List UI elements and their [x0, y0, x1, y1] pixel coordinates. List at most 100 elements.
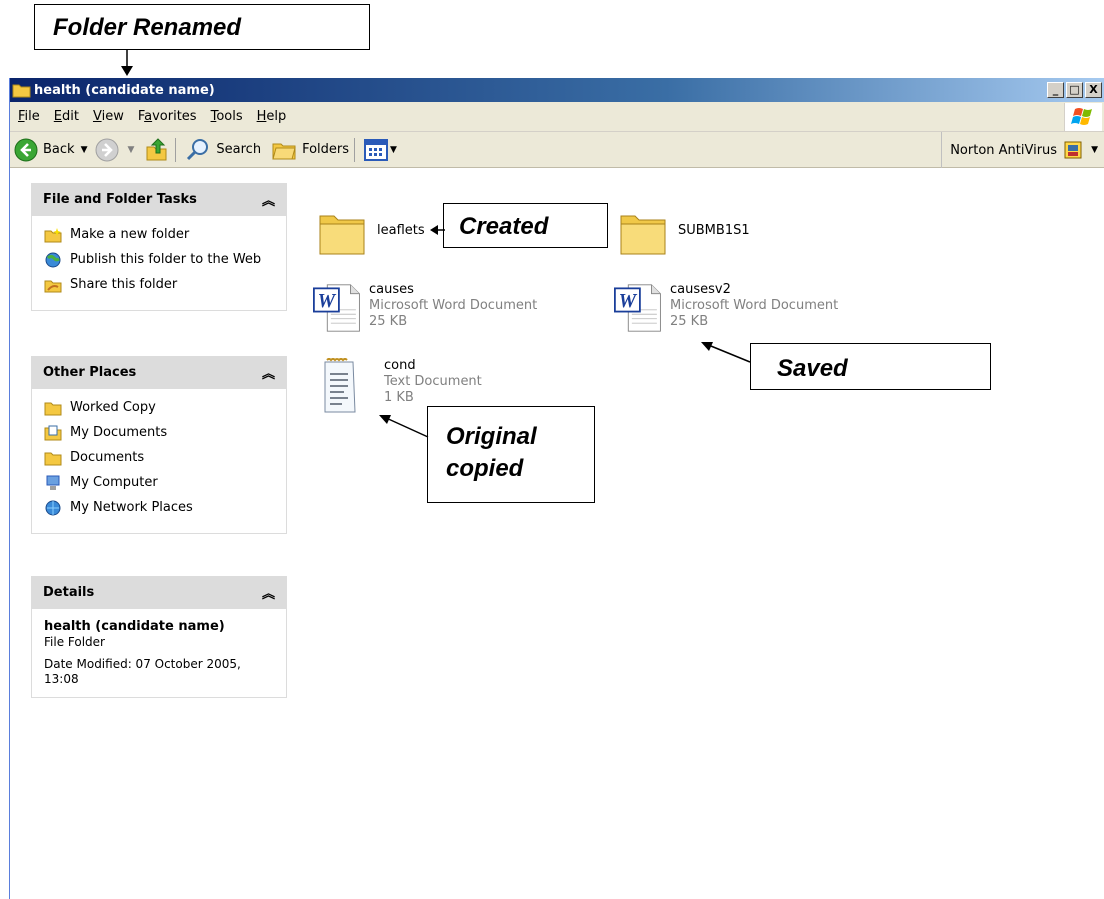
file-size: 1 KB — [384, 390, 414, 405]
menu-edit[interactable]: Edit — [54, 109, 79, 124]
file-item-submb1s1[interactable]: SUBMB1S1 — [618, 206, 750, 258]
file-folder-tasks-body: Make a new folder Publish this folder to… — [31, 216, 287, 311]
folder-icon — [44, 452, 62, 466]
window-title: health (candidate name) — [34, 82, 215, 98]
file-type: Microsoft Word Document — [369, 298, 538, 313]
arrow-created — [430, 225, 445, 235]
file-folder-tasks-header[interactable]: File and Folder Tasks ︽ — [31, 183, 287, 216]
views-dropdown-icon[interactable]: ▼ — [390, 145, 397, 155]
file-name: cond — [384, 358, 416, 373]
views-button[interactable]: ▼ — [364, 138, 397, 161]
word-document-icon: W — [614, 284, 661, 332]
forward-dropdown-icon[interactable]: ▼ — [127, 145, 134, 155]
details-type: File Folder — [44, 635, 105, 649]
place-documents[interactable]: Documents — [44, 450, 274, 466]
task-pane: File and Folder Tasks ︽ Make a new folde… — [10, 170, 302, 899]
callout-original-text: Original — [446, 423, 537, 450]
folders-icon — [272, 143, 296, 159]
svg-text:W: W — [619, 290, 638, 312]
publish-web-icon — [45, 252, 61, 268]
file-name: causesv2 — [670, 282, 731, 297]
file-folder-tasks-title: File and Folder Tasks — [43, 192, 197, 207]
file-name: SUBMB1S1 — [678, 223, 750, 238]
collapse-chevron-icon[interactable]: ︽ — [262, 190, 275, 209]
other-places-body: Worked Copy My Documents Documents My Co… — [31, 389, 287, 534]
details-header[interactable]: Details ︽ — [31, 576, 287, 609]
file-item-causesv2[interactable]: W causesv2 Microsoft Word Document 25 KB — [614, 282, 838, 334]
my-computer-icon — [46, 475, 60, 490]
callout-created-text: Created — [459, 213, 549, 240]
file-type: Text Document — [384, 374, 482, 389]
task-make-new-folder[interactable]: Make a new folder — [44, 227, 274, 243]
menu-tools[interactable]: Tools — [211, 109, 243, 124]
windows-logo-icon — [1064, 103, 1102, 131]
forward-arrow-icon — [95, 138, 119, 161]
folder-icon — [12, 84, 31, 98]
norton-dropdown-icon[interactable]: ▼ — [1091, 145, 1098, 155]
callout-saved-text: Saved — [777, 355, 848, 382]
arrow-renamed — [121, 50, 133, 76]
details-name: health (candidate name) — [44, 619, 225, 634]
details-title: Details — [43, 585, 95, 600]
place-my-computer[interactable]: My Computer — [44, 475, 274, 491]
task-publish-folder[interactable]: Publish this folder to the Web — [44, 252, 274, 268]
menu-bar: File Edit View Favorites Tools Help — [10, 102, 1104, 132]
up-folder-icon — [146, 137, 167, 160]
collapse-chevron-icon[interactable]: ︽ — [262, 583, 275, 602]
file-name: leaflets — [377, 223, 425, 238]
arrow-saved — [701, 342, 751, 363]
file-item-leaflets[interactable]: leaflets — [317, 206, 425, 258]
place-my-network-places[interactable]: My Network Places — [44, 500, 274, 516]
close-button[interactable]: X — [1085, 82, 1102, 98]
my-documents-icon — [44, 425, 62, 441]
norton-label: Norton AntiVirus — [950, 142, 1058, 158]
menu-file[interactable]: File — [18, 109, 40, 124]
callout-saved: Saved — [750, 343, 991, 390]
toolbar-separator — [354, 137, 356, 162]
svg-text:W: W — [318, 290, 337, 312]
minimize-button[interactable]: _ — [1047, 82, 1064, 98]
views-icon — [364, 138, 389, 161]
details-body: health (candidate name) File Folder Date… — [31, 609, 287, 698]
norton-icon — [1064, 141, 1082, 159]
other-places-header[interactable]: Other Places ︽ — [31, 356, 287, 389]
callout-original-copied: Original copied — [427, 406, 595, 503]
back-button[interactable]: Back ▼ — [14, 138, 87, 162]
toolbar: Back ▼ ▼ Search Folders ▼ Norton AntiVir… — [10, 132, 1104, 168]
up-folder-button[interactable] — [144, 137, 170, 163]
menu-view[interactable]: View — [93, 109, 124, 124]
file-folder-tasks-panel: File and Folder Tasks ︽ Make a new folde… — [31, 183, 287, 311]
details-modified: Date Modified: 07 October 2005, 13:08 — [44, 657, 241, 686]
folders-button[interactable]: Folders — [271, 138, 349, 162]
collapse-chevron-icon[interactable]: ︽ — [262, 363, 275, 382]
new-folder-icon — [44, 228, 62, 243]
menu-help[interactable]: Help — [257, 109, 287, 124]
search-button[interactable]: Search — [185, 137, 261, 163]
search-label: Search — [216, 142, 262, 157]
callout-folder-renamed: Folder Renamed — [34, 4, 370, 50]
back-dropdown-icon[interactable]: ▼ — [81, 145, 88, 155]
folder-icon — [44, 402, 62, 416]
network-places-icon — [45, 500, 61, 516]
back-label: Back — [43, 142, 75, 157]
callout-copied-text: copied — [446, 455, 524, 482]
maximize-button[interactable]: □ — [1066, 82, 1083, 98]
folders-label: Folders — [302, 142, 350, 157]
file-item-causes[interactable]: W causes Microsoft Word Document 25 KB — [313, 282, 537, 334]
task-share-folder[interactable]: Share this folder — [44, 277, 274, 293]
back-arrow-icon — [14, 138, 38, 161]
folder-icon — [319, 215, 365, 255]
other-places-title: Other Places — [43, 365, 137, 380]
norton-antivirus-button[interactable]: Norton AntiVirus ▼ — [941, 132, 1098, 168]
place-worked-copy[interactable]: Worked Copy — [44, 400, 274, 416]
search-icon — [187, 138, 209, 160]
share-folder-icon — [44, 280, 62, 293]
toolbar-separator — [175, 137, 177, 162]
file-size: 25 KB — [369, 314, 408, 329]
title-bar[interactable]: health (candidate name) _ □ X — [10, 78, 1104, 102]
other-places-panel: Other Places ︽ Worked Copy My Documents … — [31, 356, 287, 534]
callout-folder-renamed-text: Folder Renamed — [53, 14, 242, 41]
menu-favorites[interactable]: Favorites — [138, 109, 197, 124]
forward-button[interactable]: ▼ — [95, 138, 134, 162]
place-my-documents[interactable]: My Documents — [44, 425, 274, 441]
